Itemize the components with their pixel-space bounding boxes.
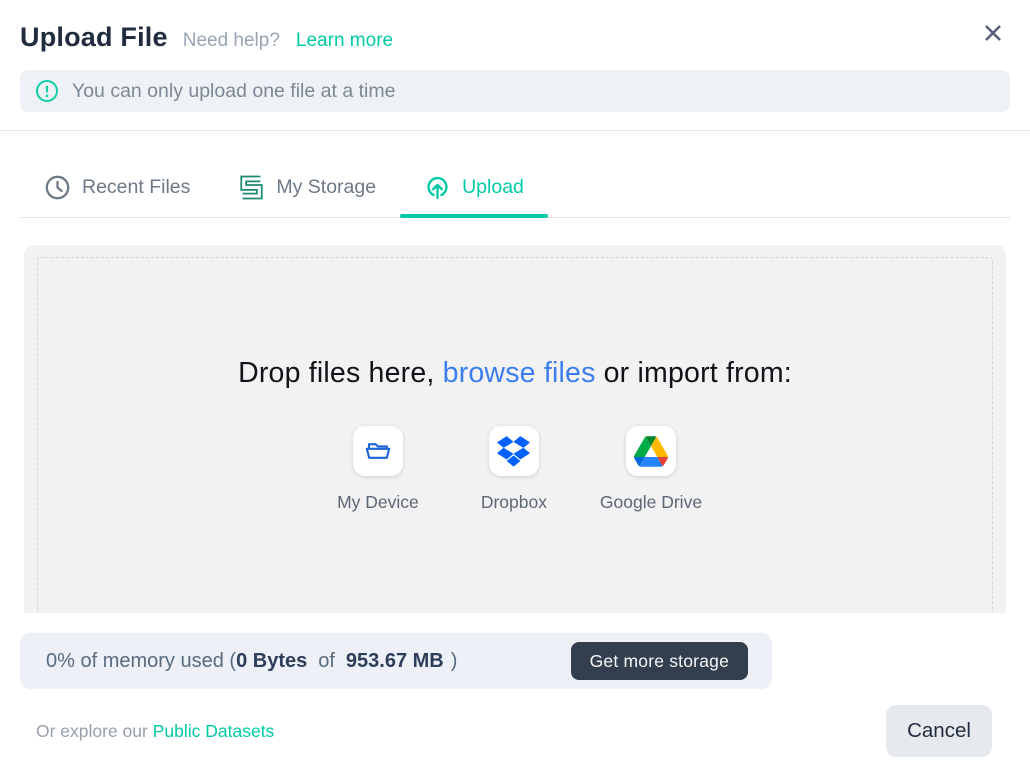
- cancel-button[interactable]: Cancel: [886, 705, 992, 757]
- storage-used-value: 0 Bytes: [236, 650, 307, 673]
- explore-datasets-text: Or explore our Public Datasets: [36, 721, 274, 742]
- banner-text: You can only upload one file at a time: [72, 80, 395, 103]
- tab-label: Upload: [462, 176, 524, 199]
- dropzone-instructions: Drop files here, browse files or import …: [24, 357, 1006, 390]
- storage-total-value: 953.67 MB: [346, 650, 444, 673]
- tab-my-storage[interactable]: My Storage: [214, 158, 400, 217]
- explore-prefix: Or explore our: [36, 721, 153, 741]
- browse-files-link[interactable]: browse files: [443, 357, 596, 389]
- drop-text-after: or import from:: [596, 357, 792, 389]
- upload-arrow-icon: [424, 174, 451, 201]
- storage-usage-text: 0% of memory used (0 Bytes of 953.67 MB): [46, 650, 457, 673]
- source-dropbox[interactable]: Dropbox: [464, 426, 564, 513]
- google-drive-icon: [634, 436, 668, 467]
- storage-prefix: 0% of memory used (: [46, 650, 236, 673]
- google-drive-tile: [626, 426, 676, 476]
- storage-logo-icon: [238, 174, 265, 201]
- close-icon: [980, 34, 1006, 49]
- my-device-tile: [353, 426, 403, 476]
- public-datasets-link[interactable]: Public Datasets: [153, 721, 275, 741]
- page-title: Upload File: [20, 22, 168, 53]
- info-banner: You can only upload one file at a time: [20, 70, 1010, 112]
- need-help-text: Need help?: [183, 30, 280, 52]
- source-label: Dropbox: [481, 492, 547, 513]
- close-button[interactable]: [980, 20, 1006, 46]
- tab-upload[interactable]: Upload: [400, 158, 548, 217]
- dialog-footer: Or explore our Public Datasets Cancel: [20, 705, 1010, 757]
- learn-more-link[interactable]: Learn more: [296, 30, 393, 52]
- header-divider: [0, 130, 1030, 131]
- source-google-drive[interactable]: Google Drive: [600, 426, 702, 513]
- tab-label: My Storage: [276, 176, 376, 199]
- dropbox-tile: [489, 426, 539, 476]
- storage-of-text: of: [318, 650, 335, 673]
- storage-usage-bar: 0% of memory used (0 Bytes of 953.67 MB) G…: [20, 633, 772, 689]
- tab-recent-files[interactable]: Recent Files: [20, 158, 214, 217]
- source-label: My Device: [337, 492, 419, 513]
- import-sources-row: My Device Dropbox: [24, 426, 1006, 513]
- tab-label: Recent Files: [82, 176, 190, 199]
- clock-icon: [44, 174, 71, 201]
- info-circle-icon: [35, 79, 59, 103]
- source-label: Google Drive: [600, 492, 702, 513]
- dialog-header: Upload File Need help? Learn more You ca…: [0, 0, 1030, 131]
- folder-open-icon: [361, 434, 395, 468]
- drop-text-before: Drop files here,: [238, 357, 443, 389]
- get-more-storage-button[interactable]: Get more storage: [571, 642, 748, 680]
- source-my-device[interactable]: My Device: [328, 426, 428, 513]
- title-row: Upload File Need help? Learn more: [20, 22, 1010, 53]
- tabs-bar: Recent Files My Storage Upload: [20, 158, 1010, 218]
- storage-close-paren: ): [451, 650, 458, 673]
- file-dropzone[interactable]: Drop files here, browse files or import …: [24, 245, 1006, 613]
- dropbox-icon: [497, 436, 530, 467]
